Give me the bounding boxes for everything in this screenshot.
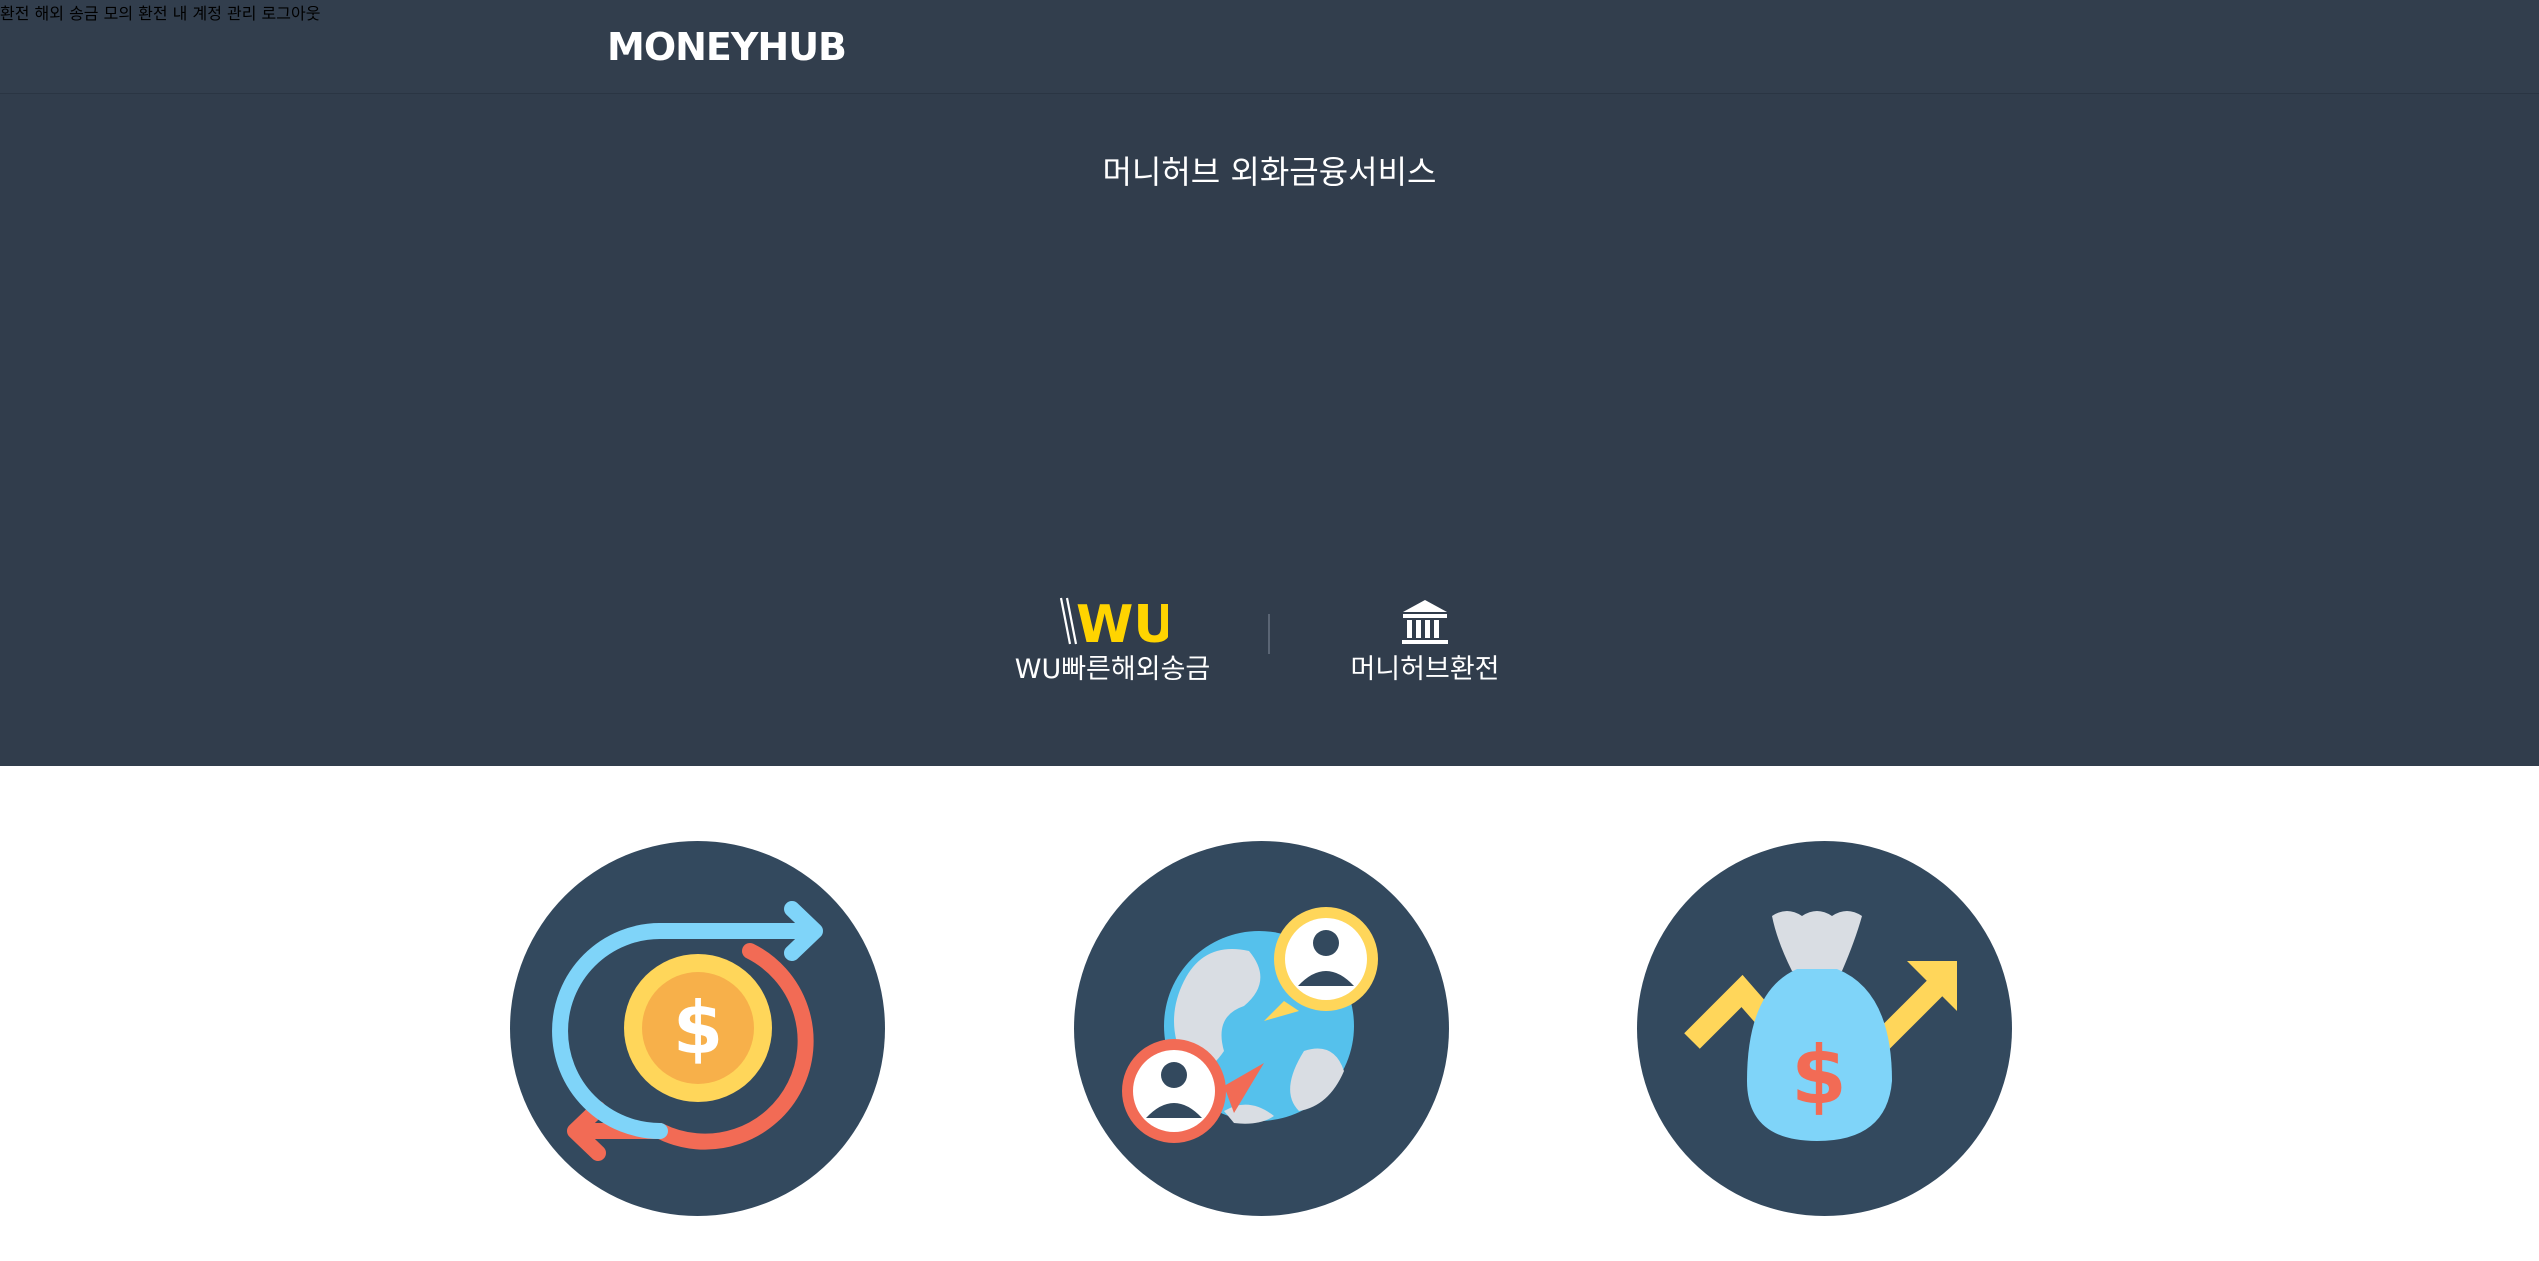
- service-moneyhub-exchange[interactable]: 머니허브환전: [1340, 596, 1510, 688]
- wu-logo-text: WU: [1076, 596, 1168, 648]
- hero-title: 머니허브 외화금융서비스: [1102, 153, 1437, 191]
- nav-item-logout[interactable]: 로그아웃: [262, 4, 321, 23]
- western-union-logo-icon: WU: [1059, 596, 1168, 648]
- feature-global-transfer[interactable]: [1074, 841, 1449, 1216]
- moneyhub-logo[interactable]: MONEYHUB: [607, 24, 847, 70]
- feature-currency-exchange[interactable]: $: [510, 841, 885, 1216]
- service-label: 머니허브환전: [1350, 654, 1500, 685]
- nav-item-overseas-remittance[interactable]: 해외 송금: [35, 4, 99, 23]
- feature-money-growth[interactable]: $: [1637, 841, 2012, 1216]
- global-transfer-icon: [1122, 907, 1378, 1143]
- nav-item-my-account[interactable]: 내 계정 관리: [173, 4, 257, 23]
- svg-text:$: $: [673, 986, 723, 1070]
- money-bag-growth-icon: $: [1684, 911, 1957, 1141]
- service-wu-remittance[interactable]: WU WU빠른해외송금: [1010, 596, 1215, 688]
- nav-menu: 환전 해외 송금 모의 환전 내 계정 관리 로그아웃: [0, 0, 2539, 24]
- svg-text:$: $: [1791, 1029, 1847, 1122]
- nav-item-exchange[interactable]: 환전: [0, 4, 29, 23]
- nav-item-mock-exchange[interactable]: 모의 환전: [104, 4, 168, 23]
- top-navbar: MONEYHUB 환전 해외 송금 모의 환전 내 계정 관리 로그아웃: [0, 0, 2539, 94]
- service-label: WU빠른해외송금: [1014, 654, 1211, 685]
- service-divider: [1268, 614, 1270, 654]
- hero-section: MONEYHUB 환전 해외 송금 모의 환전 내 계정 관리 로그아웃 머니허…: [0, 0, 2539, 766]
- currency-exchange-icon: $: [552, 901, 823, 1161]
- bank-icon: [1402, 600, 1448, 644]
